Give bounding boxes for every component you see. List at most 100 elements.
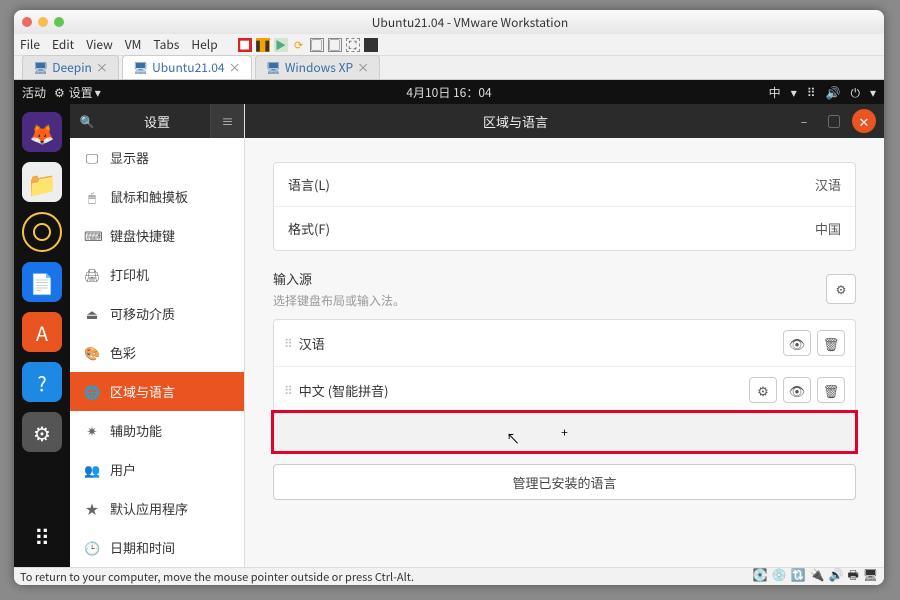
network-icon[interactable]: ⠿ xyxy=(807,84,816,101)
sidebar-item-users[interactable]: 👥用户 xyxy=(70,450,244,489)
dock-libreoffice[interactable]: 📄 xyxy=(22,262,62,302)
ime-indicator[interactable]: 中 xyxy=(769,84,781,101)
dock-firefox[interactable]: 🦊 xyxy=(22,112,62,152)
language-row[interactable]: 语言(L) 汉语 xyxy=(274,163,855,206)
dock-apps[interactable]: ⠿ xyxy=(22,517,62,557)
dock-files[interactable]: 📁 xyxy=(22,162,62,202)
trash-icon: 🗑 xyxy=(823,334,840,353)
close-icon[interactable]: × xyxy=(96,59,108,76)
preview-button[interactable]: 👁 xyxy=(783,377,811,403)
stop-icon[interactable]: ■ xyxy=(238,38,252,52)
sidebar-item-label: 日期和时间 xyxy=(110,538,175,557)
drag-handle-icon[interactable]: ⠿ xyxy=(284,335,291,352)
hamburger-icon[interactable]: ≡ xyxy=(210,104,244,138)
status-text: To return to your computer, move the mou… xyxy=(20,569,414,585)
menu-vm[interactable]: VM xyxy=(125,36,142,53)
sidebar-item-a11y[interactable]: ✷辅助功能 xyxy=(70,411,244,450)
sidebar-body: 🖵显示器 🖱鼠标和触摸板 ⌨键盘快捷键 🖨打印机 ⏏可移动介质 🎨色彩 🌐区域与… xyxy=(70,138,244,567)
formats-value: 中国 xyxy=(815,219,841,238)
guest-screen: 活动 ⚙ 设置 ▾ 4月10日 16：04 中 ▾ ⠿ 🔊 ⏻ ▾ 🦊 📁 📄 … xyxy=(14,80,884,567)
restart-icon[interactable]: ⟳ xyxy=(292,38,306,52)
add-input-source-button[interactable]: + xyxy=(274,413,855,451)
palette-icon: 🎨 xyxy=(84,343,100,362)
close-icon[interactable]: × xyxy=(229,59,241,76)
sidebar-item-displays[interactable]: 🖵显示器 xyxy=(70,138,244,177)
maximize-button[interactable]: ▢ xyxy=(822,109,846,133)
usb-icon[interactable]: 🔌 xyxy=(810,566,825,585)
sidebar-item-color[interactable]: 🎨色彩 xyxy=(70,333,244,372)
plus-icon: + xyxy=(561,424,568,441)
menu-view[interactable]: View xyxy=(86,36,113,53)
menu-file[interactable]: File xyxy=(20,36,40,53)
input-source-name: 中文 (智能拼音) xyxy=(299,381,743,400)
tab-icon: 🖥 xyxy=(133,59,148,76)
sidebar-item-printers[interactable]: 🖨打印机 xyxy=(70,255,244,294)
search-icon[interactable]: 🔍 xyxy=(70,104,104,138)
settings-title: 设置 xyxy=(104,112,210,131)
fullscreen-icon[interactable]: ⛶ xyxy=(346,38,360,52)
remove-button[interactable]: 🗑 xyxy=(817,377,845,403)
menu-edit[interactable]: Edit xyxy=(52,36,74,53)
dock-help[interactable]: ? xyxy=(22,362,62,402)
chevron-down-icon: ▾ xyxy=(791,84,797,101)
eye-icon: 👁 xyxy=(789,334,806,353)
host-tab-winxp[interactable]: 🖥 Windows XP × xyxy=(255,55,380,79)
menu-help[interactable]: Help xyxy=(191,36,217,53)
tab-icon: 🖥 xyxy=(33,59,48,76)
minimize-button[interactable]: – xyxy=(792,109,816,133)
menu-tabs[interactable]: Tabs xyxy=(153,36,179,53)
sidebar-item-label: 区域与语言 xyxy=(110,382,175,401)
formats-row[interactable]: 格式(F) 中国 xyxy=(274,206,855,250)
drag-handle-icon[interactable]: ⠿ xyxy=(284,382,291,399)
disk-icon[interactable]: 💽 xyxy=(753,566,768,585)
snapshot-icon[interactable]: ▢ xyxy=(310,38,324,52)
source-settings-button[interactable]: ⚙ xyxy=(749,377,777,403)
dock-settings[interactable]: ⚙ xyxy=(22,412,62,452)
tab-label: Ubuntu21.04 xyxy=(152,59,224,76)
power-icon[interactable]: ⏻ xyxy=(850,84,860,101)
play-icon[interactable]: ▶ xyxy=(274,38,288,52)
unity-icon[interactable]: ▢ xyxy=(328,38,342,52)
net-icon[interactable]: 🔃 xyxy=(791,566,806,585)
sound-icon[interactable]: 🔊 xyxy=(828,566,843,585)
sidebar-item-mouse[interactable]: 🖱鼠标和触摸板 xyxy=(70,177,244,216)
formats-label: 格式(F) xyxy=(288,219,815,238)
dock-rhythmbox[interactable] xyxy=(22,212,62,252)
input-sources-section: 输入源 选择键盘布局或输入法。 ⚙ ⠿ 汉语 👁 🗑 xyxy=(273,269,856,500)
dock-software[interactable]: A xyxy=(22,312,62,352)
sidebar-item-default-apps[interactable]: ★默认应用程序 xyxy=(70,489,244,528)
preview-button[interactable]: 👁 xyxy=(783,330,811,356)
sidebar-item-keyboard[interactable]: ⌨键盘快捷键 xyxy=(70,216,244,255)
manage-languages-button[interactable]: 管理已安装的语言 xyxy=(273,464,856,500)
sidebar-item-region[interactable]: 🌐区域与语言 xyxy=(70,372,244,411)
input-source-row[interactable]: ⠿ 中文 (智能拼音) ⚙ 👁 🗑 xyxy=(274,366,855,413)
sidebar-item-removable[interactable]: ⏏可移动介质 xyxy=(70,294,244,333)
console-icon[interactable]: ▭ xyxy=(364,38,378,52)
pause-icon[interactable]: ❚❚ xyxy=(256,38,270,52)
sidebar-item-label: 鼠标和触摸板 xyxy=(110,187,188,206)
host-tab-ubuntu[interactable]: 🖥 Ubuntu21.04 × xyxy=(122,55,252,79)
minimize-icon[interactable] xyxy=(38,17,48,27)
printer-icon[interactable]: 🖶 xyxy=(847,566,858,585)
remove-button[interactable]: 🗑 xyxy=(817,330,845,356)
input-settings-button[interactable]: ⚙ xyxy=(826,274,856,304)
maximize-icon[interactable] xyxy=(54,17,64,27)
activities-button[interactable]: 活动 xyxy=(22,84,46,101)
screen-icon[interactable]: 🖥 xyxy=(863,566,878,585)
sidebar-item-label: 可移动介质 xyxy=(110,304,175,323)
close-button[interactable]: ✕ xyxy=(852,109,876,133)
host-tab-deepin[interactable]: 🖥 Deepin × xyxy=(22,55,119,79)
traffic-lights[interactable] xyxy=(22,17,64,27)
clock[interactable]: 4月10日 16：04 xyxy=(406,84,491,101)
input-source-row[interactable]: ⠿ 汉语 👁 🗑 xyxy=(274,320,855,366)
gear-icon: ⚙ xyxy=(836,281,847,298)
content-header: 区域与语言 – ▢ ✕ xyxy=(245,104,884,138)
close-icon[interactable] xyxy=(22,17,32,27)
toolbar-icons: ■ ❚❚ ▶ ⟳ ▢ ▢ ⛶ ▭ xyxy=(238,38,378,52)
sidebar-item-label: 打印机 xyxy=(110,265,149,284)
cd-icon[interactable]: 💿 xyxy=(772,566,787,585)
close-icon[interactable]: × xyxy=(357,59,369,76)
current-app-label[interactable]: 设置 xyxy=(69,84,93,101)
volume-icon[interactable]: 🔊 xyxy=(826,84,841,101)
sidebar-item-datetime[interactable]: 🕒日期和时间 xyxy=(70,528,244,567)
